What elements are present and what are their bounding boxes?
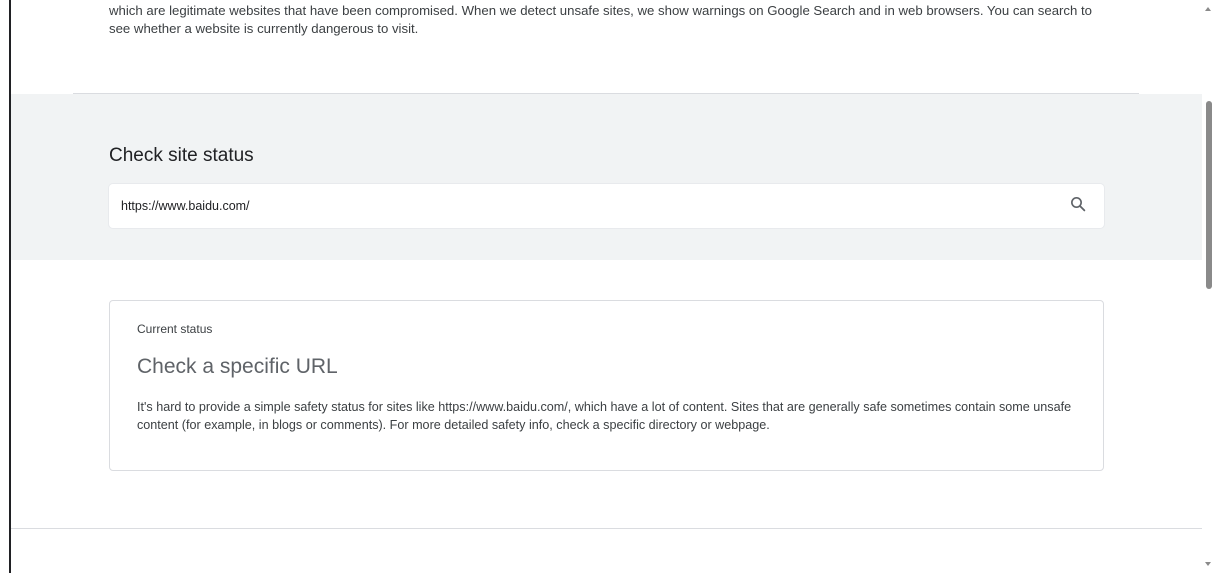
bottom-divider (11, 528, 1202, 529)
vertical-scrollbar[interactable] (1202, 0, 1215, 573)
current-status-card: Current status Check a specific URL It's… (109, 300, 1104, 471)
search-icon (1069, 195, 1087, 218)
scroll-up-icon[interactable] (1205, 7, 1211, 11)
check-site-status-section (11, 94, 1202, 260)
check-site-status-title: Check site status (109, 145, 254, 166)
site-search-box (109, 184, 1104, 228)
scrollbar-thumb[interactable] (1206, 101, 1212, 289)
status-description: It's hard to provide a simple safety sta… (137, 400, 1072, 432)
page: which are legitimate websites that have … (0, 0, 1215, 573)
scroll-down-icon[interactable] (1205, 562, 1211, 566)
status-heading: Check a specific URL (137, 355, 338, 378)
site-url-input[interactable] (109, 186, 1056, 226)
intro-section: which are legitimate websites that have … (109, 0, 1109, 37)
search-button[interactable] (1056, 184, 1100, 228)
left-border-line (9, 0, 11, 573)
intro-text: which are legitimate websites that have … (109, 3, 1093, 36)
current-status-label: Current status (137, 322, 213, 336)
